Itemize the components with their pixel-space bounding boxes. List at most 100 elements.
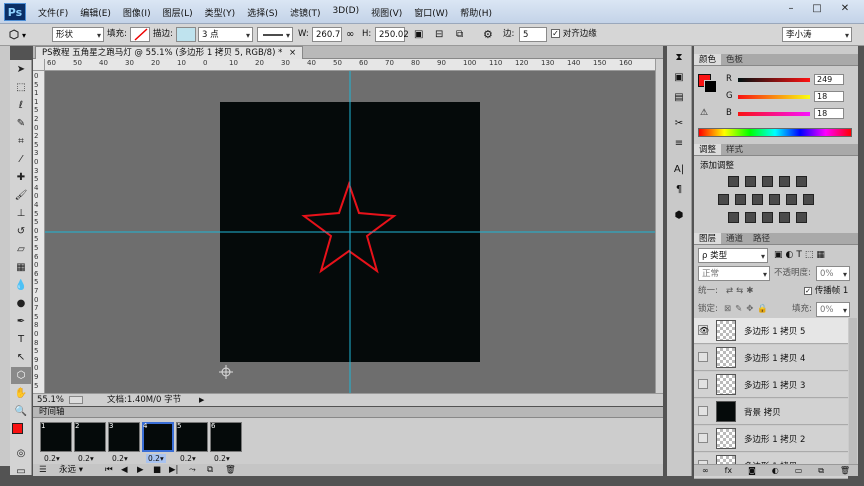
quick-select-tool-icon[interactable]: ✎	[11, 115, 31, 132]
visibility-toggle[interactable]	[698, 433, 708, 443]
frame-duration[interactable]: 0.2▾	[112, 454, 128, 463]
convert-icon[interactable]: ☰	[39, 464, 47, 476]
tab-swatches[interactable]: 色板	[721, 54, 748, 65]
layer-filter-icons[interactable]: ▣◐T⬚▦	[774, 250, 828, 260]
new-group-icon[interactable]: ▭	[795, 465, 803, 476]
loop-select[interactable]: 永远 ▾	[59, 464, 83, 476]
timeline-title[interactable]: 时间轴	[39, 407, 65, 418]
move-tool-icon[interactable]: ➤	[11, 61, 31, 78]
color-lookup-icon[interactable]	[803, 194, 814, 205]
menu-type[interactable]: 类型(Y)	[205, 6, 236, 19]
black-white-icon[interactable]	[752, 194, 763, 205]
color-swatches[interactable]	[10, 420, 32, 444]
blue-value-field[interactable]: 18	[814, 108, 844, 119]
menu-view[interactable]: 视图(V)	[371, 6, 402, 19]
canvas-vertical-scrollbar[interactable]	[655, 59, 663, 393]
tool-presets-icon[interactable]: ✂	[668, 114, 690, 132]
history-brush-tool-icon[interactable]: ↺	[11, 223, 31, 240]
hand-tool-icon[interactable]: ✋	[11, 385, 31, 402]
eyedropper-tool-icon[interactable]: ⁄	[11, 151, 31, 168]
adjustment-layer-icon[interactable]: ◐	[772, 465, 779, 476]
unify-icons[interactable]: ⇄⇆✱	[726, 284, 756, 299]
status-menu-arrow-icon[interactable]: ▶	[199, 394, 204, 406]
eraser-tool-icon[interactable]: ▱	[11, 241, 31, 258]
new-layer-icon[interactable]: ⧉	[818, 465, 824, 476]
history-panel-icon[interactable]: ⧗	[668, 48, 690, 66]
vertical-ruler[interactable]: 0511520253035404550556065707580859095	[33, 71, 45, 393]
path-operations-icon[interactable]: ▣	[414, 27, 423, 42]
menu-3d[interactable]: 3D(D)	[332, 6, 359, 19]
menu-select[interactable]: 选择(S)	[247, 6, 278, 19]
channel-mixer-icon[interactable]	[786, 194, 797, 205]
menu-filter[interactable]: 滤镜(T)	[290, 6, 321, 19]
tab-paths[interactable]: 路径	[748, 233, 775, 244]
play-icon[interactable]: ▶	[137, 464, 144, 476]
clone-stamp-tool-icon[interactable]: ⊥	[11, 205, 31, 222]
exposure-icon[interactable]	[779, 176, 790, 187]
vibrance-icon[interactable]	[796, 176, 807, 187]
gradient-tool-icon[interactable]: ▦	[11, 259, 31, 276]
green-slider[interactable]	[738, 95, 810, 99]
visibility-toggle[interactable]	[698, 379, 708, 389]
color-spectrum[interactable]	[698, 128, 852, 137]
previous-frame-icon[interactable]: ◀	[121, 464, 128, 476]
eye-icon[interactable]: 👁	[698, 325, 709, 335]
stroke-type-select[interactable]	[257, 27, 293, 43]
character-panel-icon[interactable]: A|	[668, 160, 690, 178]
red-slider[interactable]	[738, 78, 810, 82]
curves-icon[interactable]	[762, 176, 773, 187]
visibility-toggle[interactable]	[698, 352, 708, 362]
timeline-frame[interactable]: 3 0.2▾	[107, 421, 141, 463]
blue-slider[interactable]	[738, 112, 810, 116]
menu-edit[interactable]: 编辑(E)	[80, 6, 111, 19]
hue-saturation-icon[interactable]	[718, 194, 729, 205]
blend-mode-select[interactable]: 正常	[698, 266, 770, 282]
brush-presets-icon[interactable]: ≡	[668, 134, 690, 152]
next-frame-icon[interactable]: ▶|	[169, 464, 178, 476]
red-value-field[interactable]: 249	[814, 74, 844, 85]
align-edges-checkbox[interactable]: ✓ 对齐边缘	[551, 27, 597, 42]
levels-icon[interactable]	[745, 176, 756, 187]
tab-layers[interactable]: 图层	[694, 233, 722, 244]
frame-duration[interactable]: 0.2▾	[146, 454, 166, 463]
path-arrangement-icon[interactable]: ⧉	[456, 27, 463, 42]
brightness-icon[interactable]	[728, 176, 739, 187]
mode-select[interactable]: 形状	[52, 27, 104, 43]
frame-duration[interactable]: 0.2▾	[180, 454, 196, 463]
gear-icon[interactable]: ⚙	[483, 27, 493, 42]
height-field[interactable]: 250.02	[375, 27, 409, 42]
menu-image[interactable]: 图像(I)	[123, 6, 151, 19]
restore-button[interactable]: □	[804, 0, 830, 16]
paragraph-panel-icon[interactable]: ¶	[668, 180, 690, 198]
type-tool-icon[interactable]: T	[11, 331, 31, 348]
layer-row[interactable]: 背景 拷贝	[694, 399, 848, 425]
zoom-preview-box[interactable]	[69, 396, 83, 404]
star-shape[interactable]	[301, 180, 397, 274]
brush-tool-icon[interactable]: 🖌	[11, 187, 31, 204]
frame-duration[interactable]: 0.2▾	[44, 454, 60, 463]
sides-field[interactable]: 5	[519, 27, 547, 42]
canvas-pasteboard[interactable]	[45, 71, 655, 393]
gradient-map-icon[interactable]	[779, 212, 790, 223]
menu-help[interactable]: 帮助(H)	[460, 6, 492, 19]
layer-filter-select[interactable]: ρ 类型	[698, 248, 768, 264]
close-button[interactable]: ✕	[830, 0, 860, 16]
delete-frame-icon[interactable]: 🗑	[225, 464, 236, 476]
photo-filter-icon[interactable]	[769, 194, 780, 205]
timeline-frame[interactable]: 1 0.2▾	[39, 421, 73, 463]
pen-tool-icon[interactable]: ✒	[11, 313, 31, 330]
menu-layer[interactable]: 图层(L)	[163, 6, 193, 19]
first-frame-icon[interactable]: ⏮	[105, 464, 113, 476]
threshold-icon[interactable]	[762, 212, 773, 223]
propagate-frame-checkbox[interactable]: ✓ 传播帧 1	[804, 284, 848, 299]
delete-layer-icon[interactable]: 🗑	[840, 465, 850, 476]
3d-panel-icon[interactable]: ⬢	[668, 206, 690, 224]
document-tab[interactable]: PS教程 五角星之跑马灯 @ 55.1% (多边形 1 拷贝 5, RGB/8)…	[35, 46, 304, 59]
polygon-shape-tool-icon[interactable]: ⬡	[11, 367, 31, 384]
layer-row[interactable]: 多边形 1 拷贝 4	[694, 345, 848, 371]
layer-row[interactable]: 👁 多边形 1 拷贝 5	[694, 318, 848, 344]
marquee-tool-icon[interactable]: ⬚	[11, 79, 31, 96]
width-field[interactable]: 260.7	[312, 27, 342, 42]
frame-duration[interactable]: 0.2▾	[214, 454, 230, 463]
stroke-swatch[interactable]	[176, 27, 196, 42]
